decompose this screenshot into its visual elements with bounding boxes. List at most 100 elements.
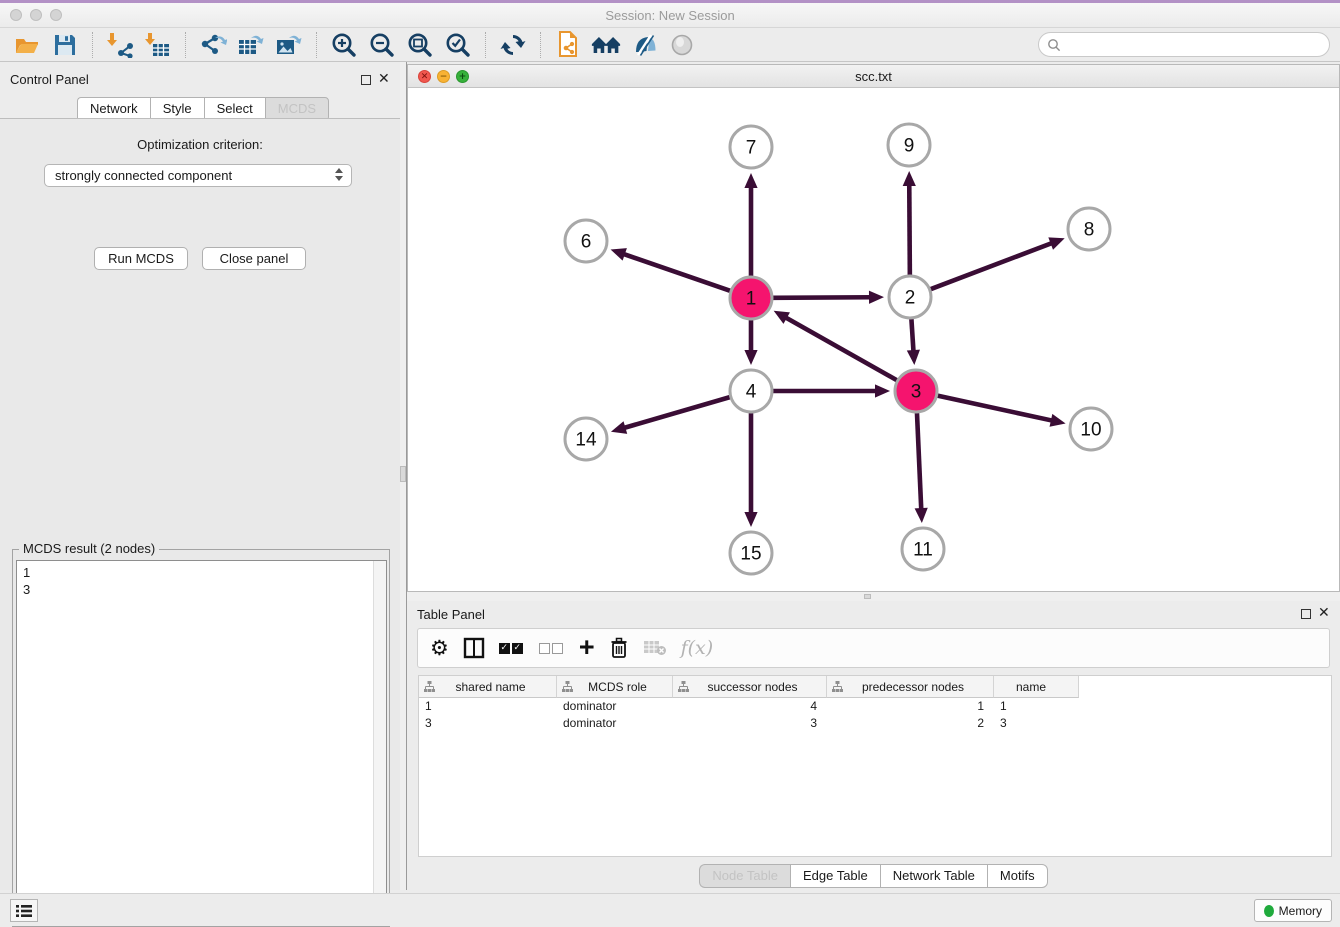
result-line: 1 [23, 564, 380, 581]
hide-details-icon[interactable] [629, 30, 659, 60]
result-scrollbar[interactable] [373, 561, 386, 923]
table-cell[interactable]: 3 [673, 715, 827, 732]
function-builder-icon: f(x) [681, 634, 714, 662]
splitter-handle[interactable] [864, 594, 871, 599]
toolbar-separator [316, 32, 317, 58]
zoom-in-icon[interactable] [329, 30, 359, 60]
result-line: 3 [23, 581, 380, 598]
export-network-icon[interactable] [198, 30, 228, 60]
create-column-icon[interactable]: + [579, 634, 595, 662]
float-panel-icon[interactable] [361, 75, 371, 85]
table-settings-gear-icon[interactable]: ⚙ [430, 634, 449, 662]
zoom-out-icon[interactable] [367, 30, 397, 60]
window-title: Session: New Session [0, 8, 1340, 23]
delete-table-icon [643, 634, 667, 662]
main-toolbar [0, 28, 1340, 62]
tab-node-table[interactable]: Node Table [699, 864, 790, 888]
graph-node-6[interactable]: 6 [565, 220, 607, 262]
splitter-handle[interactable] [400, 466, 406, 482]
graph-node-15[interactable]: 15 [730, 532, 772, 574]
tab-motifs[interactable]: Motifs [987, 864, 1048, 888]
table-cell[interactable]: 4 [673, 698, 827, 715]
network-graph-canvas[interactable]: 1 2 3 4 6 7 8 9 10 11 14 15 [408, 88, 1339, 591]
select-all-columns-icon[interactable]: ✓✓ [499, 634, 525, 662]
graph-node-3[interactable]: 3 [895, 370, 937, 412]
column-header-shared-name[interactable]: shared name [419, 676, 557, 698]
graph-node-2[interactable]: 2 [889, 276, 931, 318]
network-view-window: ✕ − + scc.txt 1 2 3 4 6 7 8 9 10 11 14 15 [407, 64, 1340, 592]
graph-node-7[interactable]: 7 [730, 126, 772, 168]
table-cell[interactable]: dominator [557, 715, 673, 732]
table-cell[interactable]: 2 [827, 715, 994, 732]
table-cell[interactable]: 3 [994, 715, 1079, 732]
column-header-successor-nodes[interactable]: successor nodes [673, 676, 827, 698]
svg-text:1: 1 [746, 289, 757, 310]
table-cell[interactable]: 3 [419, 715, 557, 732]
window-titlebar: Session: New Session [0, 3, 1340, 28]
graph-node-10[interactable]: 10 [1070, 408, 1112, 450]
table-row[interactable]: 1dominator411 [419, 698, 1331, 715]
mcds-result-list[interactable]: 13 [16, 560, 387, 924]
search-input[interactable] [1038, 32, 1330, 57]
table-cell[interactable]: dominator [557, 698, 673, 715]
show-columns-icon[interactable] [463, 634, 485, 662]
import-table-icon[interactable] [143, 30, 173, 60]
graph-node-14[interactable]: 14 [565, 418, 607, 460]
unselect-all-columns-icon[interactable] [539, 634, 565, 662]
tab-network-table[interactable]: Network Table [880, 864, 987, 888]
zoom-selected-icon[interactable] [443, 30, 473, 60]
optimization-criterion-label: Optimization criterion: [0, 137, 400, 152]
mcds-tab-content: Optimization criterion: strongly connect… [0, 118, 400, 890]
delete-column-trash-icon[interactable] [609, 634, 629, 662]
table-cell[interactable]: 1 [827, 698, 994, 715]
graph-node-1[interactable]: 1 [730, 277, 772, 319]
run-mcds-button[interactable]: Run MCDS [94, 247, 188, 270]
table-cell[interactable]: 1 [994, 698, 1079, 715]
float-panel-icon[interactable] [1301, 609, 1311, 619]
svg-text:11: 11 [913, 540, 933, 561]
table-body: 1dominator4113dominator323 [419, 698, 1331, 732]
table-panel: Table Panel ✕ ⚙ ✓✓ + f(x) shared nameMCD… [407, 601, 1340, 890]
zoom-fit-icon[interactable] [405, 30, 435, 60]
memory-status-icon [1264, 905, 1274, 917]
control-panel-title: Control Panel [10, 72, 89, 87]
criterion-value: strongly connected component [55, 168, 232, 183]
search-icon [1047, 38, 1061, 52]
svg-text:15: 15 [740, 544, 761, 565]
close-panel-icon[interactable]: ✕ [1318, 605, 1330, 621]
memory-button[interactable]: Memory [1254, 899, 1332, 922]
home-icon[interactable] [591, 30, 621, 60]
list-icon [16, 904, 32, 918]
graph-node-8[interactable]: 8 [1068, 208, 1110, 250]
export-image-icon[interactable] [274, 30, 304, 60]
table-cell[interactable]: 1 [419, 698, 557, 715]
graph-node-11[interactable]: 11 [902, 528, 944, 570]
close-panel-button[interactable]: Close panel [202, 247, 306, 270]
show-details-icon[interactable] [667, 30, 697, 60]
status-bar: Memory [0, 893, 1340, 926]
close-panel-icon[interactable]: ✕ [378, 71, 390, 87]
apply-layout-icon[interactable] [498, 30, 528, 60]
column-header-MCDS-role[interactable]: MCDS role [557, 676, 673, 698]
import-network-icon[interactable] [105, 30, 135, 60]
network-from-file-icon[interactable] [553, 30, 583, 60]
column-header-name[interactable]: name [994, 676, 1079, 698]
control-panel: Control Panel ✕ NetworkStyleSelectMCDS O… [0, 62, 400, 890]
horizontal-splitter[interactable] [407, 592, 1340, 601]
toolbar-separator [540, 32, 541, 58]
toolbar-separator [92, 32, 93, 58]
task-history-button[interactable] [10, 899, 38, 922]
table-row[interactable]: 3dominator323 [419, 715, 1331, 732]
network-window-titlebar: ✕ − + scc.txt [408, 65, 1339, 88]
graph-node-4[interactable]: 4 [730, 370, 772, 412]
node-table[interactable]: shared nameMCDS rolesuccessor nodesprede… [418, 675, 1332, 857]
save-session-icon[interactable] [50, 30, 80, 60]
graph-node-9[interactable]: 9 [888, 124, 930, 166]
export-table-icon[interactable] [236, 30, 266, 60]
open-session-icon[interactable] [12, 30, 42, 60]
tab-edge-table[interactable]: Edge Table [790, 864, 880, 888]
column-header-predecessor-nodes[interactable]: predecessor nodes [827, 676, 994, 698]
criterion-select[interactable]: strongly connected component [44, 164, 352, 187]
table-toolbar: ⚙ ✓✓ + f(x) [417, 628, 1330, 668]
vertical-splitter[interactable] [400, 62, 407, 890]
